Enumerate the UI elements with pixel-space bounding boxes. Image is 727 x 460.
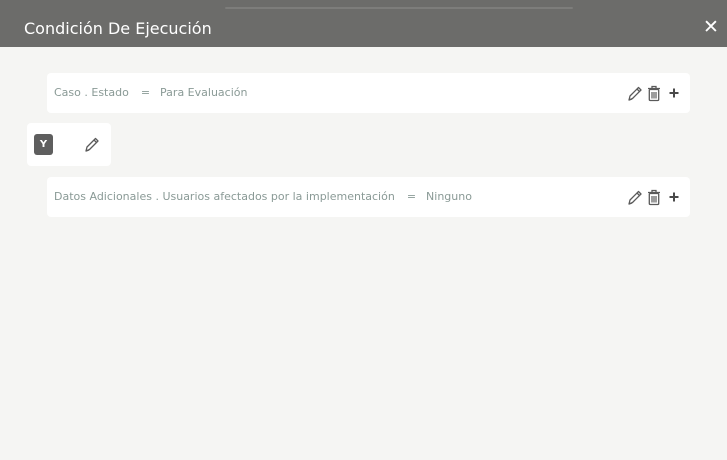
condition-row: Caso . Estado = Para Evaluación: [47, 73, 690, 113]
condition-expression: Datos Adicionales . Usuarios afectados p…: [54, 190, 472, 204]
condition-operator: =: [406, 190, 417, 203]
condition-field: Datos Adicionales . Usuarios afectados p…: [54, 190, 395, 203]
pencil-icon[interactable]: [627, 84, 643, 102]
condition-value: Ninguno: [426, 190, 472, 203]
logic-operator-box: Y: [27, 123, 111, 166]
trash-icon[interactable]: [646, 84, 662, 102]
dialog-title: Condición De Ejecución: [24, 19, 212, 38]
trash-icon[interactable]: [646, 188, 662, 206]
close-icon[interactable]: ✕: [702, 17, 720, 37]
condition-field: Caso . Estado: [54, 86, 129, 99]
execution-condition-dialog: Condición De Ejecución ✕ Caso . Estado = P…: [0, 0, 727, 460]
pencil-icon[interactable]: [84, 135, 100, 153]
pencil-icon[interactable]: [627, 188, 643, 206]
plus-icon[interactable]: [668, 190, 680, 204]
condition-value: Para Evaluación: [160, 86, 248, 99]
condition-expression: Caso . Estado = Para Evaluación: [54, 86, 247, 100]
condition-operator: =: [140, 86, 151, 99]
drag-handle[interactable]: [225, 7, 573, 9]
plus-icon[interactable]: [668, 86, 680, 100]
condition-actions: [627, 83, 680, 103]
logic-operator-badge[interactable]: Y: [34, 134, 53, 155]
condition-actions: [627, 187, 680, 207]
dialog-header: Condición De Ejecución ✕: [0, 0, 727, 47]
condition-row: Datos Adicionales . Usuarios afectados p…: [47, 177, 690, 217]
